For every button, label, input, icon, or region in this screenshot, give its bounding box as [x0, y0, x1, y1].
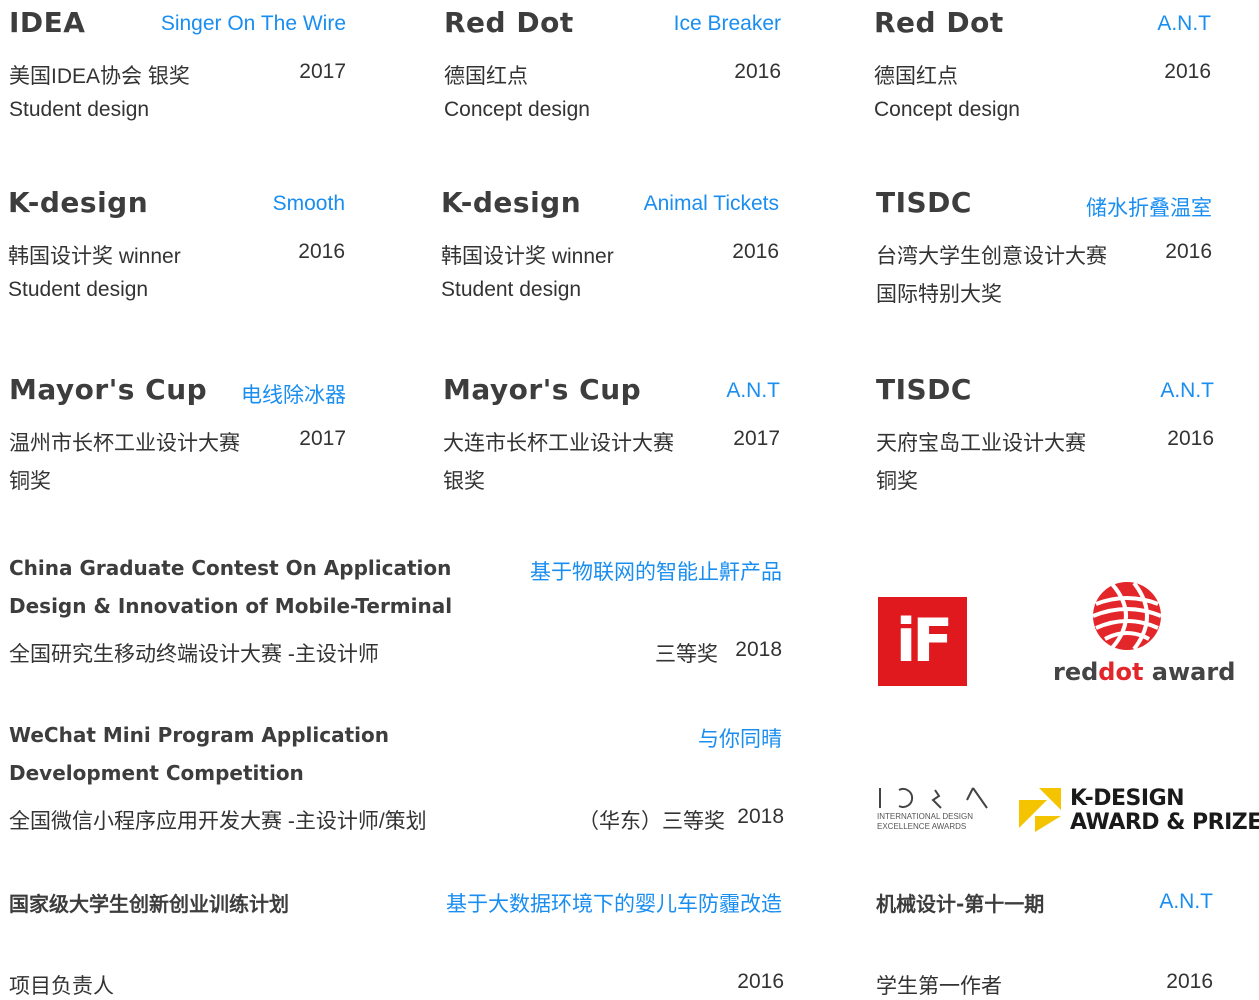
award-card: TISDC A.N.T 天府宝岛工业设计大赛 2016 铜奖 [876, 373, 1214, 503]
kdesign-mark-icon [1019, 788, 1061, 832]
award-card: IDEA Singer On The Wire 美国IDEA协会 银奖 2017… [9, 6, 346, 136]
project-link[interactable]: Ice Breaker [674, 12, 781, 36]
contest-title: Development Competition [9, 761, 304, 785]
project-link[interactable]: A.N.T [726, 379, 780, 403]
contest-title: 国家级大学生创新创业训练计划 [9, 892, 289, 916]
award-card: Mayor's Cup 电线除冰器 温州市长杯工业设计大赛 2017 铜奖 [9, 373, 346, 503]
idea-logo-line1: INTERNATIONAL DESIGN [877, 812, 974, 821]
project-link[interactable]: Singer On The Wire [161, 12, 346, 36]
award-title: Red Dot [874, 6, 1004, 39]
paper-description: 学生第一作者 [876, 975, 1002, 998]
contest-title: WeChat Mini Program Application [9, 723, 389, 747]
award-title: TISDC [876, 373, 972, 406]
award-year: 2017 [299, 60, 346, 83]
award-year: 2016 [732, 240, 779, 263]
contest-description: 全国微信小程序应用开发大赛 -主设计师/策划 [9, 810, 427, 833]
award-year: 2016 [298, 240, 345, 263]
award-card: K-design Animal Tickets 韩国设计奖 winner 201… [441, 186, 779, 316]
project-link[interactable]: Smooth [273, 192, 345, 216]
award-category: 国际特别大奖 [876, 283, 1002, 306]
project-link[interactable]: 与你同晴 [698, 723, 782, 753]
reddot-award-logo: reddot award [1050, 578, 1235, 690]
reddot-sphere-icon [1092, 581, 1162, 651]
reddot-wordmark-red: red [1053, 658, 1099, 686]
project-link[interactable]: Animal Tickets [644, 192, 779, 216]
award-name: 德国红点 [444, 65, 528, 88]
award-card: K-design Smooth 韩国设计奖 winner 2016 Studen… [8, 186, 345, 316]
award-name: 大连市长杯工业设计大赛 [443, 432, 674, 455]
idea-award-logo: INTERNATIONAL DESIGN EXCELLENCE AWARDS [877, 786, 995, 832]
contest-description: 项目负责人 [9, 975, 114, 998]
award-name: 韩国设计奖 winner [8, 245, 181, 268]
award-title: Mayor's Cup [443, 373, 642, 406]
contest-description: 全国研究生移动终端设计大赛 -主设计师 [9, 643, 379, 666]
award-category: Concept design [874, 98, 1020, 121]
kdesign-award-logo: K-DESIGN AWARD & PRIZE [1017, 786, 1259, 836]
award-year: 2016 [1165, 240, 1212, 263]
contest-result: （华东）三等奖 [578, 810, 725, 833]
kdesign-logo-line1: K-DESIGN [1070, 786, 1185, 811]
contest-year: 2018 [737, 805, 784, 828]
paper-title: 机械设计-第十一期 [876, 892, 1045, 916]
award-card: Mayor's Cup A.N.T 大连市长杯工业设计大赛 2017 银奖 [443, 373, 780, 503]
paper-year: 2016 [1166, 970, 1213, 993]
award-name: 美国IDEA协会 银奖 [9, 65, 190, 88]
project-link[interactable]: A.N.T [1159, 890, 1213, 914]
award-title: TISDC [876, 186, 972, 219]
kdesign-logo-line2: AWARD & PRIZE [1070, 810, 1259, 835]
award-category: 铜奖 [9, 470, 51, 493]
project-link[interactable]: 基于大数据环境下的婴儿车防霾改造 [446, 888, 782, 918]
award-name: 温州市长杯工业设计大赛 [9, 432, 240, 455]
contest-result: 三等奖 [655, 643, 718, 666]
reddot-wordmark-award: award [1143, 658, 1236, 686]
award-year: 2016 [734, 60, 781, 83]
award-name: 天府宝岛工业设计大赛 [876, 432, 1086, 455]
contest-year: 2016 [737, 970, 784, 993]
reddot-wordmark-dot: dot [1098, 658, 1144, 686]
project-link[interactable]: 电线除冰器 [241, 379, 346, 409]
if-logo-text: iF [895, 606, 954, 676]
award-year: 2016 [1167, 427, 1214, 450]
award-category: Student design [441, 278, 582, 301]
award-title: K-design [8, 186, 149, 219]
project-link[interactable]: 储水折叠温室 [1086, 192, 1212, 222]
award-category: 银奖 [443, 470, 485, 493]
award-category: 铜奖 [876, 470, 918, 493]
award-year: 2017 [733, 427, 780, 450]
project-link[interactable]: A.N.T [1160, 379, 1214, 403]
award-title: Mayor's Cup [9, 373, 208, 406]
project-link[interactable]: 基于物联网的智能止鼾产品 [530, 556, 782, 586]
contest-title: Design & Innovation of Mobile-Terminal [9, 594, 453, 618]
project-link[interactable]: A.N.T [1157, 12, 1211, 36]
award-year: 2016 [1164, 60, 1211, 83]
award-card: Red Dot A.N.T 德国红点 2016 Concept design [874, 6, 1211, 136]
award-card: Red Dot Ice Breaker 德国红点 2016 Concept de… [444, 6, 781, 136]
contest-year: 2018 [735, 638, 782, 661]
award-name: 德国红点 [874, 65, 958, 88]
award-name: 韩国设计奖 winner [441, 245, 614, 268]
award-category: Concept design [444, 98, 590, 121]
if-award-logo: iF [878, 597, 967, 686]
award-year: 2017 [299, 427, 346, 450]
contest-title: China Graduate Contest On Application [9, 556, 452, 580]
award-category: Student design [8, 278, 149, 301]
award-title: IDEA [9, 6, 86, 39]
idea-logo-line2: EXCELLENCE AWARDS [877, 822, 967, 831]
award-name: 台湾大学生创意设计大赛 [876, 245, 1107, 268]
award-card: TISDC 储水折叠温室 台湾大学生创意设计大赛 2016 国际特别大奖 [876, 186, 1212, 316]
reddot-wordmark: reddot award [1053, 658, 1235, 686]
award-category: Student design [9, 98, 150, 121]
award-title: Red Dot [444, 6, 574, 39]
award-title: K-design [441, 186, 582, 219]
